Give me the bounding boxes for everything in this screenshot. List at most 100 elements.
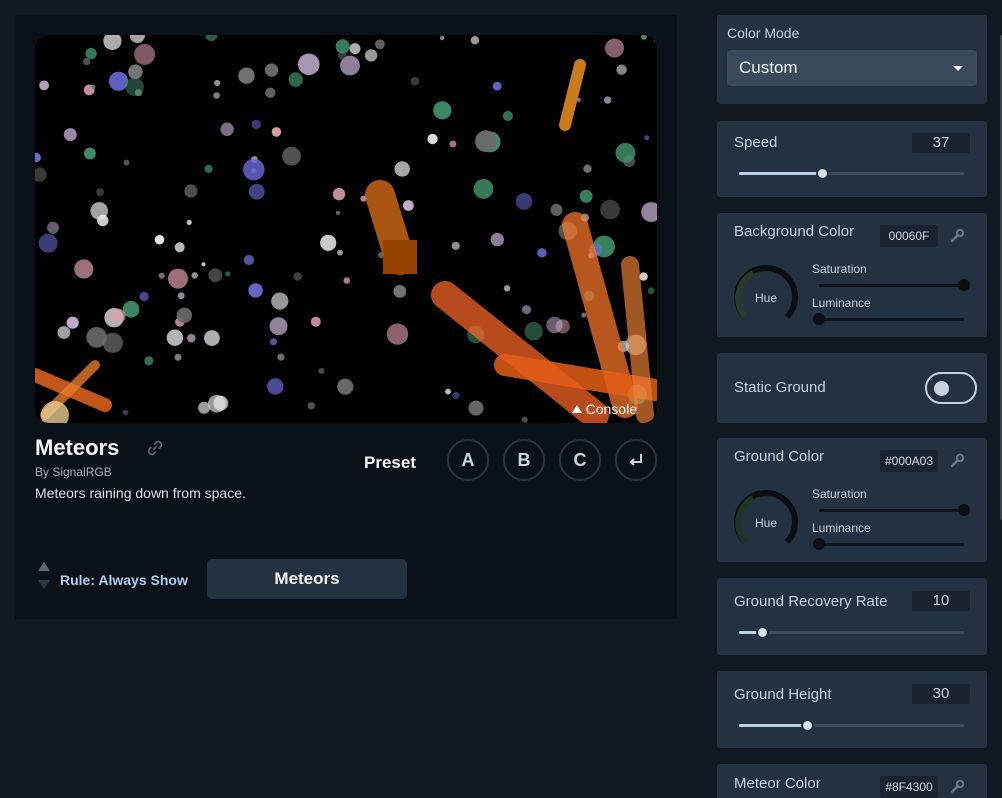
particle — [335, 39, 350, 54]
particle — [318, 367, 325, 374]
particle — [111, 308, 126, 324]
ground-color-panel: Ground Color #000A03 Hue Saturation Lumi… — [717, 438, 987, 562]
speed-value[interactable]: 37 — [912, 133, 970, 153]
particle — [243, 158, 265, 181]
ground-height-label: Ground Height — [734, 686, 832, 703]
particle — [521, 416, 528, 423]
ground-recovery-rate-slider-thumb[interactable] — [755, 626, 769, 639]
effect-preview[interactable]: Console — [35, 35, 657, 423]
background-color-hex[interactable]: 00060F — [880, 225, 938, 247]
particle — [349, 43, 361, 55]
particle — [90, 202, 108, 220]
particle — [248, 183, 265, 200]
meteor-color-hex[interactable]: #8F4300 — [880, 776, 938, 798]
particle — [641, 35, 647, 40]
speed-slider-fill — [739, 172, 823, 175]
particle — [307, 402, 315, 410]
arrow-up-icon[interactable] — [38, 562, 50, 571]
ground-height-value[interactable]: 30 — [912, 684, 970, 704]
particle — [403, 200, 414, 211]
preset-apply-button[interactable] — [615, 439, 657, 481]
ground-height-slider[interactable] — [739, 719, 964, 732]
ground-color-hex[interactable]: #000A03 — [880, 450, 938, 472]
particle — [108, 71, 129, 91]
particle — [515, 193, 533, 210]
color-mode-select[interactable]: Custom — [727, 50, 977, 86]
ground-color-label: Ground Color — [734, 448, 825, 465]
speed-slider-thumb[interactable] — [816, 167, 830, 180]
speed-slider[interactable] — [739, 167, 964, 180]
particle — [243, 254, 255, 266]
particle — [522, 305, 531, 315]
particle — [134, 43, 156, 65]
effect-description: Meteors raining down from space. — [35, 485, 246, 501]
particle — [468, 400, 484, 416]
particle — [186, 219, 192, 225]
particle — [174, 353, 182, 361]
luminance-slider[interactable] — [813, 313, 964, 325]
particle — [154, 234, 165, 245]
particle — [583, 164, 592, 173]
particle — [47, 221, 59, 234]
particle — [293, 272, 302, 281]
background-color-panel: Background Color 00060F Hue Saturation L… — [717, 213, 987, 337]
particle — [490, 232, 504, 247]
rule-effect-button[interactable]: Meteors — [207, 559, 407, 599]
particle — [158, 272, 165, 279]
ground-height-slider-fill — [739, 724, 807, 727]
particle — [174, 242, 185, 253]
luminance-label: Luminance — [812, 521, 871, 535]
particle — [176, 307, 192, 323]
effect-title: Meteors — [35, 435, 120, 460]
particle — [198, 401, 211, 414]
ground-recovery-rate-slider[interactable] — [739, 626, 964, 639]
particle — [63, 128, 77, 142]
particle — [600, 199, 620, 220]
particle — [270, 338, 277, 346]
meteor-color-label: Meteor Color — [734, 775, 821, 792]
particle — [184, 184, 198, 198]
ground-recovery-rate-label: Ground Recovery Rate — [734, 593, 888, 610]
preset-a-button[interactable]: A — [447, 439, 489, 481]
triangle-up-icon — [571, 405, 582, 413]
preset-b-button[interactable]: B — [503, 439, 545, 481]
particle — [201, 262, 206, 267]
ground-height-slider-thumb[interactable] — [800, 719, 814, 732]
link-icon[interactable] — [146, 439, 164, 457]
static-ground-label: Static Ground — [734, 379, 826, 396]
wrench-icon[interactable] — [949, 779, 965, 795]
particle — [502, 110, 513, 122]
arrow-down-icon[interactable] — [38, 580, 50, 589]
particle — [616, 64, 627, 75]
wrench-icon[interactable] — [949, 228, 965, 244]
static-ground-panel: Static Ground — [717, 353, 987, 423]
color-mode-value: Custom — [739, 58, 798, 77]
particle — [57, 326, 71, 339]
static-ground-toggle[interactable] — [925, 372, 977, 404]
saturation-slider[interactable] — [819, 504, 970, 516]
saturation-slider[interactable] — [819, 279, 970, 291]
saturation-slider-thumb[interactable] — [958, 279, 970, 291]
particle — [265, 87, 276, 98]
luminance-slider-thumb[interactable] — [813, 313, 825, 325]
luminance-slider[interactable] — [813, 538, 964, 550]
console-button[interactable]: Console — [571, 401, 637, 417]
particle — [473, 179, 494, 199]
particle — [641, 202, 657, 222]
particle — [337, 249, 343, 256]
particle — [277, 353, 285, 361]
saturation-slider-thumb[interactable] — [958, 504, 970, 516]
speed-label: Speed — [734, 134, 778, 151]
preset-c-button[interactable]: C — [559, 439, 601, 481]
ground-recovery-rate-value[interactable]: 10 — [912, 591, 970, 611]
saturation-label: Saturation — [812, 487, 867, 501]
particle — [35, 167, 47, 182]
particle — [546, 316, 563, 334]
console-label: Console — [585, 401, 637, 417]
preset-label: Preset — [364, 453, 416, 472]
particle — [144, 356, 154, 366]
particle — [85, 47, 97, 60]
wrench-icon[interactable] — [949, 453, 965, 469]
luminance-slider-thumb[interactable] — [813, 538, 825, 550]
particle — [288, 72, 303, 87]
